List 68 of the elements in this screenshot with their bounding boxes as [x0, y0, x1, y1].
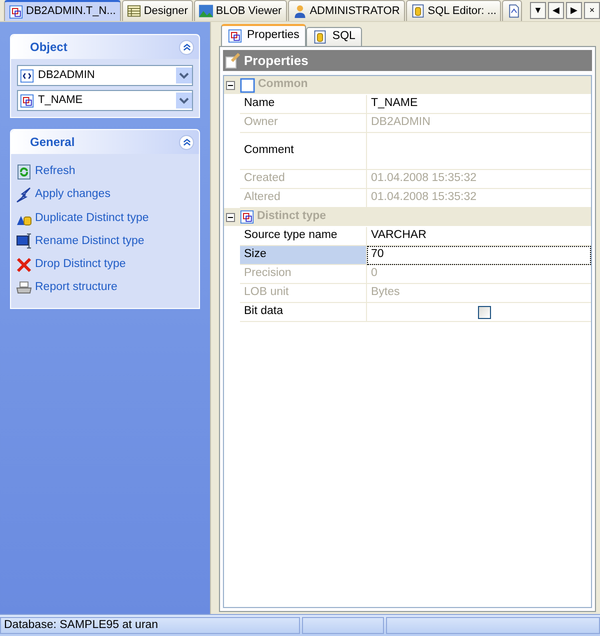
- table-icon: [126, 4, 141, 18]
- rename-icon: [16, 233, 32, 250]
- value-field[interactable]: T_NAME: [367, 95, 591, 114]
- collapse-button[interactable]: [179, 40, 194, 54]
- property-value: DB2ADMIN: [367, 114, 591, 133]
- document-tab[interactable]: [502, 0, 522, 21]
- property-label: Created: [240, 170, 367, 189]
- action-link[interactable]: Duplicate Distinct type: [11, 206, 149, 230]
- landscape-icon: [198, 4, 213, 18]
- editor-tab[interactable]: Properties: [221, 24, 306, 46]
- action-link[interactable]: Refresh: [11, 160, 76, 184]
- database-script-icon: [410, 4, 425, 18]
- editor-tab[interactable]: SQL: [306, 27, 362, 46]
- tab-control-button[interactable]: ▼: [530, 2, 546, 19]
- tab-control-button[interactable]: ×: [584, 2, 600, 19]
- double-chevron-up-icon: [182, 137, 192, 147]
- lightning-icon: [16, 186, 32, 203]
- value-field[interactable]: VARCHAR: [367, 227, 591, 246]
- property-label: Owner: [240, 114, 367, 133]
- tab-control-button[interactable]: ▶: [566, 2, 582, 19]
- group-title: Common: [258, 77, 308, 92]
- printer-icon: [16, 280, 32, 296]
- property-label: Bit data: [240, 303, 367, 322]
- distinct-type-icon: [9, 4, 23, 18]
- value-field[interactable]: [367, 133, 591, 170]
- delete-icon: [16, 256, 32, 273]
- tab-control-button[interactable]: ◀: [548, 2, 564, 19]
- schema-icon: [20, 68, 34, 82]
- user-icon: [292, 4, 307, 18]
- property-value: Bytes: [367, 284, 591, 303]
- document-tab[interactable]: Designer: [122, 0, 193, 21]
- checkbox[interactable]: [478, 306, 491, 318]
- refresh-icon: [16, 164, 32, 180]
- status-text: Database: SAMPLE95 at uran: [0, 617, 300, 634]
- property-label: Comment: [240, 133, 367, 170]
- collapse-button[interactable]: [179, 134, 194, 150]
- property-label: Size: [240, 246, 367, 265]
- action-link[interactable]: Rename Distinct type: [11, 230, 144, 253]
- property-label: Source type name: [240, 227, 367, 246]
- group-title: Distinct type: [257, 209, 326, 224]
- action-link[interactable]: Drop Distinct type: [11, 253, 126, 276]
- property-label: LOB unit: [240, 284, 367, 303]
- panel-title: Object: [30, 39, 68, 56]
- document-tab[interactable]: DB2ADMIN.T_N...: [4, 0, 121, 21]
- double-chevron-up-icon: [182, 42, 192, 52]
- property-label: Name: [240, 95, 367, 114]
- property-value: 01.04.2008 15:35:32: [367, 170, 591, 189]
- document-icon: [507, 4, 522, 18]
- document-tab[interactable]: SQL Editor: ...: [406, 0, 502, 21]
- panel-header-title: Properties: [244, 52, 308, 70]
- distinct-type-icon: [228, 29, 242, 43]
- property-value: 0: [367, 265, 591, 284]
- action-link[interactable]: Report structure: [11, 276, 118, 300]
- distinct-type-icon: [20, 94, 34, 108]
- properties-icon: [225, 52, 241, 68]
- action-link[interactable]: Apply changes: [11, 183, 110, 206]
- property-label: Precision: [240, 265, 367, 284]
- database-script-icon: [313, 30, 328, 44]
- collapse-toggle-icon[interactable]: [226, 212, 235, 222]
- object-combo[interactable]: DB2ADMIN: [17, 65, 193, 86]
- document-tab[interactable]: ADMINISTRATOR: [288, 0, 405, 21]
- property-value: 01.04.2008 15:35:32: [367, 189, 591, 208]
- value-field[interactable]: 70: [367, 246, 591, 265]
- collapse-toggle-icon[interactable]: [226, 80, 235, 90]
- document-tab[interactable]: BLOB Viewer: [194, 0, 287, 21]
- panel-title: General: [30, 134, 75, 151]
- object-combo[interactable]: T_NAME: [17, 90, 193, 111]
- property-label: Altered: [240, 189, 367, 208]
